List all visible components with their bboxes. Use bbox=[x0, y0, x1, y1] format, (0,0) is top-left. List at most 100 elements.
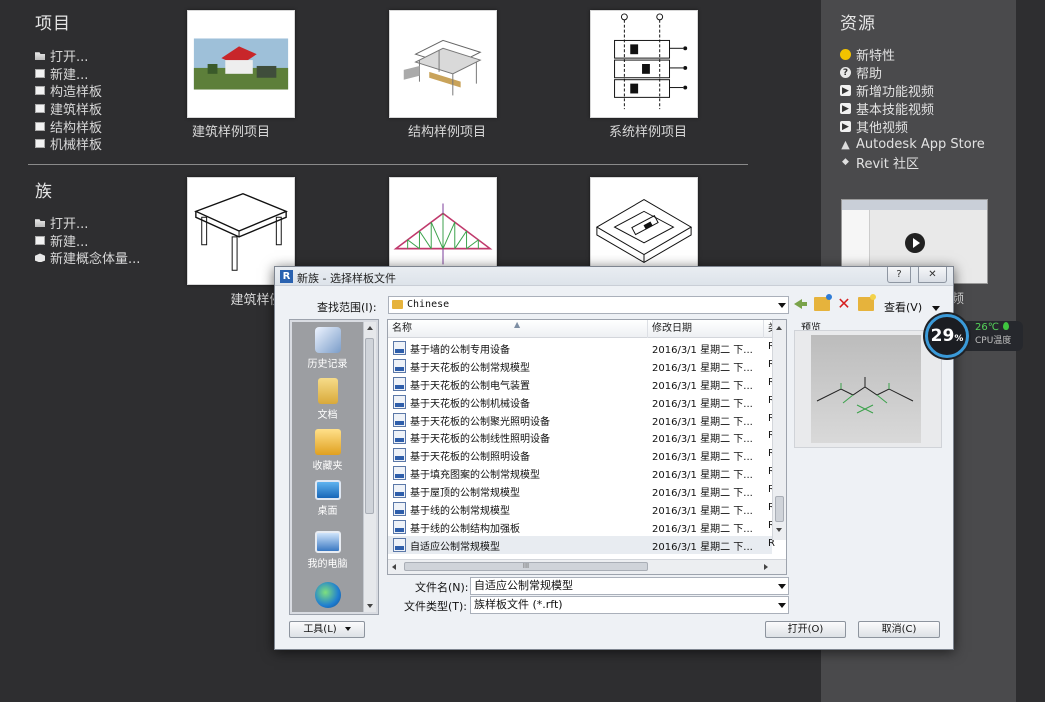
new-folder-icon[interactable] bbox=[858, 294, 876, 311]
filetype-select[interactable]: 族样板文件 (*.rft) bbox=[470, 596, 789, 614]
file-row[interactable]: 基于填充图案的公制常规模型2016/3/1 星期二 下...R bbox=[388, 464, 775, 482]
link-label: 结构样板 bbox=[50, 120, 103, 136]
projects-open-link[interactable]: 打开... bbox=[35, 47, 102, 65]
file-row[interactable]: 基于天花板的公制电气装置2016/3/1 星期二 下...R bbox=[388, 375, 775, 393]
structural-template-link[interactable]: 结构样板 bbox=[35, 117, 103, 136]
projects-new-link[interactable]: 新建... bbox=[35, 65, 102, 83]
chevron-down-icon bbox=[932, 305, 941, 311]
place-favorites[interactable]: 收藏夹 bbox=[292, 426, 363, 476]
revit-community-link[interactable]: ◆ Revit 社区 bbox=[840, 153, 985, 172]
new-conceptual-mass-link[interactable]: 新建概念体量... bbox=[35, 249, 140, 267]
new-features-video-link[interactable]: ▶ 新增功能视频 bbox=[840, 82, 985, 100]
rft-file-icon bbox=[393, 358, 406, 373]
link-label: 新建... bbox=[50, 67, 89, 83]
file-modified: 2016/3/1 星期二 下... bbox=[652, 523, 753, 535]
cpu-usage-ring: 29% bbox=[925, 314, 969, 358]
up-folder-icon[interactable] bbox=[814, 294, 832, 311]
cancel-button[interactable]: 取消(C) bbox=[858, 621, 940, 638]
scroll-up-icon[interactable] bbox=[367, 326, 373, 330]
link-label: 其他视频 bbox=[856, 121, 909, 137]
scroll-left-icon[interactable] bbox=[392, 564, 396, 570]
whats-new-link[interactable]: 新特性 bbox=[840, 46, 985, 64]
filetype-label: 文件类型(T): bbox=[404, 600, 468, 613]
families-open-link[interactable]: 打开... bbox=[35, 214, 140, 232]
architectural-template-link[interactable]: 建筑样板 bbox=[35, 100, 102, 118]
file-list-hscroll[interactable]: III bbox=[388, 559, 786, 574]
rft-file-icon bbox=[393, 519, 406, 534]
cpu-monitor-widget[interactable]: 26℃ CPU温度 29% bbox=[925, 314, 1023, 358]
places-scrollbar[interactable] bbox=[363, 322, 376, 612]
rft-file-icon bbox=[393, 448, 406, 463]
construction-template-link[interactable]: 构造样板 bbox=[35, 82, 102, 100]
scroll-up-icon[interactable] bbox=[776, 326, 782, 330]
file-modified: 2016/3/1 星期二 下... bbox=[652, 345, 753, 356]
file-row[interactable]: 基于天花板的公制机械设备2016/3/1 星期二 下...R bbox=[388, 393, 775, 411]
systems-sample-thumbnail[interactable] bbox=[590, 10, 698, 118]
place-documents[interactable]: 文档 bbox=[292, 375, 363, 425]
delete-icon[interactable]: ✕ bbox=[836, 296, 852, 312]
file-modified: 2016/3/1 星期二 下... bbox=[652, 398, 753, 410]
new-file-icon bbox=[35, 68, 45, 78]
place-my-computer[interactable]: 我的电脑 bbox=[292, 528, 363, 578]
filename-value: 自适应公制常规模型 bbox=[474, 579, 573, 592]
close-button[interactable]: ✕ bbox=[918, 267, 947, 283]
file-modified: 2016/3/1 星期二 下... bbox=[652, 452, 753, 464]
scroll-thumb[interactable] bbox=[365, 338, 374, 514]
file-row[interactable]: 基于墙的公制专用设备2016/3/1 星期二 下...R bbox=[388, 339, 775, 357]
scroll-right-icon[interactable] bbox=[764, 564, 768, 570]
architectural-sample-thumbnail[interactable] bbox=[187, 10, 295, 118]
other-videos-link[interactable]: ▶ 其他视频 bbox=[840, 118, 985, 136]
open-folder-icon bbox=[35, 219, 45, 228]
video-icon: ▶ bbox=[840, 121, 851, 132]
help-button[interactable]: ? bbox=[887, 267, 911, 283]
view-menu-button[interactable]: 查看(V) bbox=[884, 299, 941, 315]
cpu-info: 26℃ CPU温度 bbox=[961, 321, 1023, 351]
video-icon: ▶ bbox=[840, 103, 851, 115]
new-family-dialog: R 新族 - 选择样板文件 ? ✕ 查找范围(I): Chinese ✕ 查看(… bbox=[274, 266, 954, 650]
column-modified[interactable]: 修改日期 bbox=[648, 320, 764, 338]
scroll-down-icon[interactable] bbox=[776, 528, 782, 532]
place-label: 我的电脑 bbox=[307, 559, 348, 570]
lookin-value: Chinese bbox=[407, 299, 450, 310]
help-icon: ? bbox=[840, 67, 851, 79]
place-label: 文档 bbox=[317, 410, 338, 421]
projects-links: 打开... 新建... 构造样板 建筑样板 结构样板 机械样板 bbox=[35, 47, 102, 153]
file-row[interactable]: 基于天花板的公制照明设备2016/3/1 星期二 下...R bbox=[388, 446, 775, 464]
mechanical-template-link[interactable]: 机械样板 bbox=[35, 135, 102, 153]
link-label: 新特性 bbox=[856, 49, 896, 65]
file-row[interactable]: 基于屋顶的公制常规模型2016/3/1 星期二 下...R bbox=[388, 482, 775, 500]
hscroll-thumb[interactable]: III bbox=[404, 562, 648, 571]
back-icon[interactable] bbox=[793, 297, 809, 311]
video-icon: ▶ bbox=[840, 85, 851, 97]
families-new-link[interactable]: 新建... bbox=[35, 232, 140, 250]
file-row[interactable]: 基于天花板的公制聚光照明设备2016/3/1 星期二 下...R bbox=[388, 411, 775, 429]
file-row[interactable]: 自适应公制常规模型 2016/3/1 星期二 下... R bbox=[388, 535, 775, 554]
app-store-link[interactable]: ▲ Autodesk App Store bbox=[840, 135, 985, 153]
file-row[interactable]: 基于天花板的公制常规模型2016/3/1 星期二 下...R bbox=[388, 357, 775, 375]
resources-title: 资源 bbox=[840, 14, 876, 34]
my-computer-icon bbox=[314, 531, 341, 553]
place-network[interactable] bbox=[292, 579, 363, 613]
lookin-combo[interactable]: Chinese bbox=[388, 296, 789, 314]
link-label: 打开... bbox=[50, 50, 89, 66]
link-label: Revit 社区 bbox=[856, 156, 919, 172]
place-desktop[interactable]: 桌面 bbox=[292, 477, 363, 527]
families-title: 族 bbox=[35, 182, 53, 202]
structural-sample-thumbnail[interactable] bbox=[389, 10, 497, 118]
help-link[interactable]: ? 帮助 bbox=[840, 64, 985, 82]
scroll-thumb[interactable] bbox=[775, 496, 784, 522]
place-history[interactable]: 历史记录 bbox=[292, 324, 363, 374]
file-name: 基于天花板的公制线性照明设备 bbox=[410, 434, 550, 446]
tools-button[interactable]: 工具(L) bbox=[289, 621, 365, 638]
open-button[interactable]: 打开(O) bbox=[765, 621, 846, 638]
essential-skills-video-link[interactable]: ▶ 基本技能视频 bbox=[840, 100, 985, 118]
dialog-titlebar[interactable]: R 新族 - 选择样板文件 ? ✕ bbox=[275, 267, 953, 286]
file-row[interactable]: 基于天花板的公制线性照明设备2016/3/1 星期二 下...R bbox=[388, 428, 775, 446]
filename-input[interactable]: 自适应公制常规模型 bbox=[470, 577, 789, 595]
file-row[interactable]: 基于线的公制结构加强板2016/3/1 星期二 下...R bbox=[388, 518, 775, 536]
file-rows: 基于墙的公制专用设备2016/3/1 星期二 下...R基于天花板的公制常规模型… bbox=[388, 339, 775, 554]
file-row[interactable]: 基于线的公制常规模型2016/3/1 星期二 下...R bbox=[388, 500, 775, 518]
scroll-down-icon[interactable] bbox=[367, 604, 373, 608]
file-list-vscroll[interactable] bbox=[772, 320, 786, 540]
cpu-usage-unit: % bbox=[954, 333, 964, 344]
